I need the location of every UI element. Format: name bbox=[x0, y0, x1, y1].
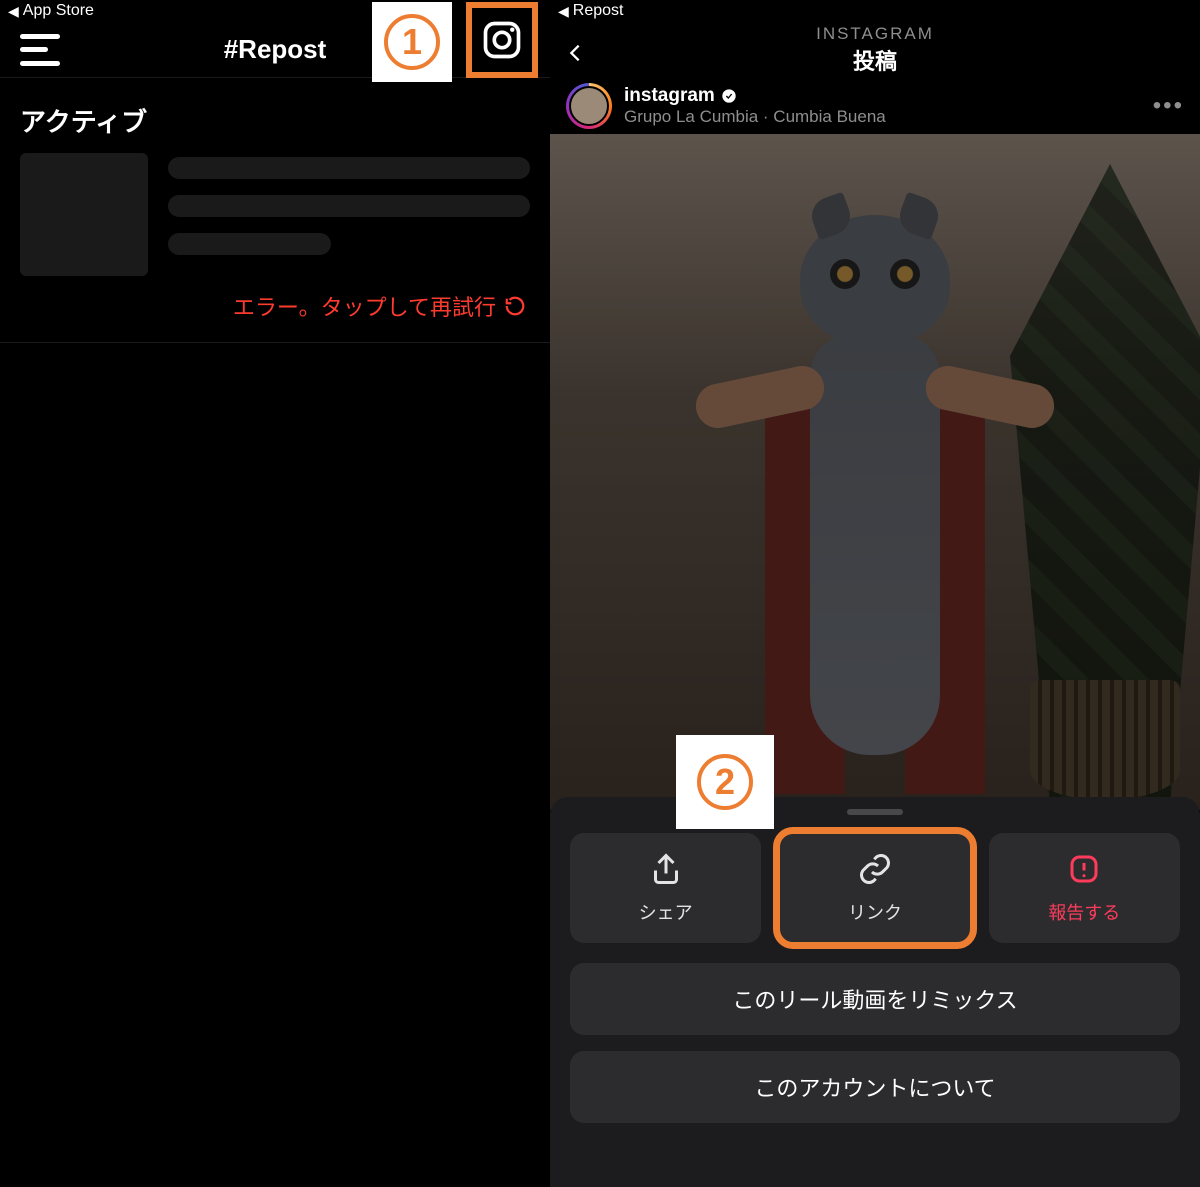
hamburger-menu-button[interactable] bbox=[20, 34, 60, 66]
avatar[interactable] bbox=[566, 83, 612, 129]
about-account-item[interactable]: このアカウントについて bbox=[570, 1051, 1180, 1123]
back-triangle-icon[interactable]: ◀ bbox=[558, 3, 569, 20]
share-action[interactable]: シェア bbox=[570, 833, 761, 943]
header-subtitle: 投稿 bbox=[853, 44, 897, 76]
back-button[interactable] bbox=[564, 36, 586, 75]
status-back-label[interactable]: App Store bbox=[23, 2, 94, 20]
callout-number: 1 bbox=[384, 14, 440, 70]
report-action[interactable]: 報告する bbox=[989, 833, 1180, 943]
app-title: #Repost bbox=[224, 34, 327, 65]
share-icon bbox=[648, 851, 684, 887]
status-back-label[interactable]: Repost bbox=[573, 2, 624, 20]
loading-skeleton-row bbox=[0, 153, 550, 276]
link-label: リンク bbox=[848, 899, 902, 925]
skeleton-thumbnail bbox=[20, 153, 148, 276]
header-brand: INSTAGRAM bbox=[816, 24, 934, 44]
skeleton-lines bbox=[168, 153, 530, 276]
right-header: INSTAGRAM 投稿 bbox=[550, 22, 1200, 78]
post-header-text[interactable]: instagram Grupo La Cumbia · Cumbia Buena bbox=[624, 85, 1141, 127]
open-instagram-button[interactable] bbox=[466, 2, 538, 78]
callout-badge-1: 1 bbox=[372, 2, 452, 82]
skeleton-line bbox=[168, 233, 331, 255]
chevron-left-icon bbox=[564, 36, 586, 70]
link-action[interactable]: リンク bbox=[779, 833, 970, 943]
callout-number: 2 bbox=[697, 754, 753, 810]
post-header: instagram Grupo La Cumbia · Cumbia Buena… bbox=[550, 78, 1200, 134]
share-label: シェア bbox=[639, 899, 693, 925]
retry-icon bbox=[504, 295, 526, 317]
post-username: instagram bbox=[624, 85, 715, 107]
error-text: エラー。タップして再試行 bbox=[233, 290, 496, 322]
post-music-label: Grupo La Cumbia · Cumbia Buena bbox=[624, 107, 1141, 127]
back-triangle-icon[interactable]: ◀ bbox=[8, 3, 19, 20]
instagram-post-screen: ◀ Repost INSTAGRAM 投稿 instagram Grupo La… bbox=[550, 0, 1200, 1187]
remix-reel-item[interactable]: このリール動画をリミックス bbox=[570, 963, 1180, 1035]
skeleton-line bbox=[168, 157, 530, 179]
error-retry-row[interactable]: エラー。タップして再試行 bbox=[0, 276, 550, 343]
more-options-button[interactable]: ••• bbox=[1153, 92, 1184, 120]
report-label: 報告する bbox=[1048, 899, 1120, 925]
skeleton-line bbox=[168, 195, 530, 217]
action-row: シェア リンク 報告する bbox=[570, 833, 1180, 943]
callout-badge-2: 2 bbox=[676, 735, 774, 829]
repost-app-screen: ◀ App Store #Repost 1 アクティブ エラー。タップして再試行 bbox=[0, 0, 550, 1187]
verified-icon bbox=[721, 88, 737, 104]
action-sheet: シェア リンク 報告する このリール動画をリミックス このアカウントについて bbox=[550, 797, 1200, 1187]
post-media[interactable] bbox=[550, 134, 1200, 810]
section-active-title: アクティブ bbox=[0, 78, 550, 153]
instagram-icon bbox=[480, 18, 524, 62]
sheet-grabber[interactable] bbox=[847, 809, 903, 815]
report-icon bbox=[1066, 851, 1102, 887]
status-bar-right: ◀ Repost bbox=[550, 0, 1200, 22]
link-icon bbox=[857, 851, 893, 887]
